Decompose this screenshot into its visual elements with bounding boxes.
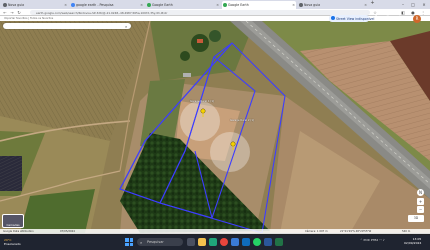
system-tray[interactable]: ⌃ POR PTB2 ◠ ♪ — [360, 238, 385, 242]
close-tab-icon[interactable]: × — [292, 3, 295, 7]
mail-icon[interactable] — [242, 238, 250, 246]
search-icon[interactable]: ⌕ — [125, 24, 127, 29]
url-field[interactable]: earth.google.com/web/search/Rodovia+SP-3… — [30, 10, 370, 15]
satellite-map[interactable]: Garage Rural 1 (1) Garage Rural 2 (1) Ca… — [0, 21, 430, 233]
task-view-icon[interactable] — [187, 238, 195, 246]
word-icon[interactable] — [264, 238, 272, 246]
language-indicator[interactable]: POR PTB2 — [363, 238, 378, 242]
tab-nova-guia-1[interactable]: Nova guia × — [2, 1, 68, 9]
layers-button[interactable]: Camadas — [2, 214, 24, 228]
close-window-button[interactable]: × — [419, 0, 429, 9]
search-input[interactable] — [6, 34, 121, 40]
zoom-out-label: − — [418, 207, 423, 212]
compass-label: N — [419, 190, 422, 195]
close-tab-icon[interactable]: × — [140, 3, 143, 7]
tab-label: Nova guia — [304, 3, 321, 7]
url-text: earth.google.com/web/search/Rodovia+SP-3… — [36, 11, 168, 15]
apps-grid-icon[interactable]: ⋮ — [396, 15, 404, 23]
new-tab-button[interactable]: + — [369, 0, 376, 9]
help-icon[interactable]: ? — [372, 15, 380, 23]
avatar-letter: R — [415, 16, 419, 21]
tab-label: Nova guia — [8, 3, 25, 7]
compass-button[interactable]: N — [417, 189, 424, 196]
clock-date: 02/09/2024 — [404, 241, 422, 245]
tab-label: Google Earth — [228, 3, 249, 7]
zoom-in-button[interactable]: + — [417, 198, 424, 205]
start-button[interactable] — [125, 238, 133, 246]
weather-desc: Ensolarado — [4, 242, 21, 246]
menu-icon[interactable]: ⋮ — [420, 9, 426, 16]
earth-search-box[interactable]: ⌕ — [3, 23, 131, 40]
camera-altitude: Câmera: 1 097 m — [305, 230, 328, 233]
maximize-button[interactable]: □ — [408, 0, 418, 9]
coordinates: 21°01'29"S 48°29'55"W — [340, 230, 372, 233]
tab-label: Google Earth — [152, 3, 173, 7]
zoom-out-button[interactable]: − — [417, 206, 424, 213]
minimize-button[interactable]: – — [398, 0, 408, 9]
layers-label: Camadas — [6, 223, 20, 227]
forward-button[interactable]: → — [9, 9, 15, 16]
taskbar-search[interactable]: ⌕ Pesquisar — [137, 238, 183, 246]
pin-label-2[interactable]: Garage Rural 2 (1) — [230, 119, 254, 122]
reload-button[interactable]: ↻ — [16, 9, 22, 16]
whatsapp-icon[interactable] — [253, 238, 261, 246]
tab-favicon-icon — [3, 3, 7, 7]
satellite-imagery — [0, 21, 430, 233]
earth-favicon-icon — [147, 3, 151, 7]
zoom-in-label: + — [418, 199, 423, 204]
search-icon: ⌕ — [140, 239, 143, 245]
tree-cluster — [209, 30, 221, 42]
attribution-text[interactable]: Google Data attribution — [3, 230, 34, 233]
elevation: 540 m — [402, 230, 411, 233]
tab-google-search[interactable]: google earth - Pesquisa × — [70, 1, 144, 9]
solar-array — [0, 156, 22, 191]
windows-taskbar: 29°C Ensolarado ⌕ Pesquisar ⌃ POR PTB2 ◠… — [0, 235, 430, 250]
taskbar-search-label: Pesquisar — [147, 240, 164, 244]
store-icon[interactable] — [231, 238, 239, 246]
view-3d-label: 3D — [413, 216, 419, 220]
pin-label-1[interactable]: Garage Rural 1 (1) — [190, 100, 214, 103]
wifi-icon[interactable]: ◠ — [379, 238, 382, 242]
bookmarks-text[interactable]: Importar favoritos | Todos os favoritos — [4, 17, 53, 20]
avatar[interactable]: R — [413, 15, 421, 23]
tab-google-earth-1[interactable]: Google Earth × — [146, 1, 220, 9]
back-button[interactable]: ← — [2, 9, 8, 16]
google-favicon-icon — [71, 3, 75, 7]
edge-icon[interactable] — [209, 238, 217, 246]
weather-widget[interactable]: 29°C Ensolarado — [4, 238, 21, 246]
pegman-icon — [331, 16, 335, 20]
earth-status-bar: Google Data attribution 07/05/2024 Câmer… — [0, 229, 430, 234]
streetview-button[interactable]: Street View indisponível — [329, 15, 374, 22]
excel-icon[interactable] — [275, 238, 283, 246]
imagery-date: 07/05/2024 — [60, 230, 75, 233]
close-tab-icon[interactable]: × — [364, 3, 367, 7]
settings-icon[interactable]: ⚙ — [384, 15, 392, 23]
view-3d-button[interactable]: 3D — [408, 215, 424, 222]
volume-icon[interactable]: ♪ — [383, 238, 385, 242]
tab-favicon-icon — [299, 3, 303, 7]
tab-nova-guia-2[interactable]: Nova guia × — [298, 1, 368, 9]
tab-label: google earth - Pesquisa — [76, 3, 114, 7]
clock[interactable]: 13:05 02/09/2024 — [404, 237, 421, 245]
tab-google-earth-2[interactable]: Google Earth × — [222, 1, 296, 9]
chrome-icon[interactable] — [220, 238, 228, 246]
shed-roof — [183, 73, 191, 77]
browser-tab-bar: Nova guia × google earth - Pesquisa × Go… — [0, 0, 430, 9]
close-tab-icon[interactable]: × — [216, 3, 219, 7]
pin-range-circle — [180, 101, 220, 141]
farmhouse-roof — [197, 39, 203, 43]
earth-favicon-icon — [223, 3, 227, 7]
streetview-label: Street View indisponível — [336, 17, 375, 21]
file-explorer-icon[interactable] — [198, 238, 206, 246]
tree-cluster — [180, 51, 190, 61]
close-tab-icon[interactable]: × — [64, 3, 67, 7]
